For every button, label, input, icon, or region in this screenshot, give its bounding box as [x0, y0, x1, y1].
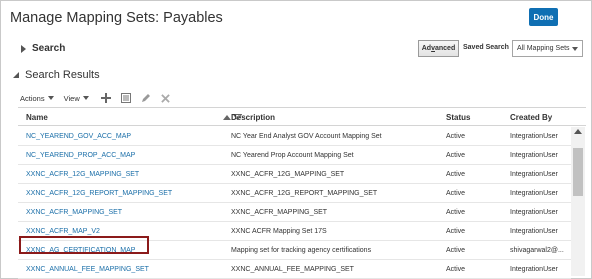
mapping-set-status: Active: [446, 190, 466, 197]
table-row[interactable]: XXNC_ANNUAL_FEE_MAPPING_SET XXNC_ANNUAL_…: [18, 260, 571, 279]
advanced-label-prefix: Ad: [421, 45, 432, 52]
actions-menu[interactable]: Actions: [20, 94, 54, 103]
search-results-label: Search Results: [25, 69, 100, 81]
expand-icon: [21, 44, 26, 53]
mapping-set-description: NC Year End Analyst GOV Account Mapping …: [231, 133, 382, 140]
saved-search-label: Saved Search: [463, 44, 509, 51]
chevron-down-icon: [47, 96, 54, 100]
mapping-set-created-by: IntegrationUser: [510, 209, 558, 216]
mapping-set-description: XXNC_ACFR_12G_MAPPING_SET: [231, 171, 345, 178]
mapping-set-description: Mapping set for tracking agency certific…: [231, 247, 372, 254]
scroll-thumb[interactable]: [573, 148, 583, 196]
done-button[interactable]: Done: [529, 8, 558, 26]
mapping-set-status: Active: [446, 266, 466, 273]
mapping-set-name-link[interactable]: XXNC_ANNUAL_FEE_MAPPING_SET: [26, 266, 149, 273]
collapse-icon: [13, 72, 19, 78]
advanced-button[interactable]: Ad v anced: [418, 40, 459, 57]
scroll-up-icon[interactable]: [574, 129, 582, 134]
results-toolbar: Actions View: [20, 92, 179, 104]
column-header-status[interactable]: Status: [446, 113, 470, 122]
highlight-box: [19, 236, 149, 254]
search-section-label: Search: [32, 43, 66, 54]
mapping-set-description: XXNC_ANNUAL_FEE_MAPPING_SET: [231, 266, 354, 273]
mapping-set-created-by: IntegrationUser: [510, 190, 558, 197]
table-header: Name Description Status Created By: [18, 107, 586, 126]
mapping-set-description: XXNC_ACFR_MAPPING_SET: [231, 209, 328, 216]
mapping-set-description: NC Yearend Prop Account Mapping Set: [231, 152, 354, 159]
view-menu-label: View: [63, 93, 80, 103]
mapping-set-created-by: IntegrationUser: [510, 228, 558, 235]
mapping-set-status: Active: [446, 133, 466, 140]
dialog: Manage Mapping Sets: Payables Done Searc…: [0, 0, 592, 279]
table-row[interactable]: NC_YEAREND_GOV_ACC_MAP NC Year End Analy…: [18, 127, 571, 146]
table-row[interactable]: XXNC_ACFR_MAPPING_SET XXNC_ACFR_MAPPING_…: [18, 203, 571, 222]
mapping-set-status: Active: [446, 228, 466, 235]
mapping-set-status: Active: [446, 209, 466, 216]
table-row[interactable]: XXNC_ACFR_12G_MAPPING_SET XXNC_ACFR_12G_…: [18, 165, 571, 184]
vertical-scrollbar[interactable]: [571, 127, 585, 276]
mapping-set-description: XXNC_ACFR_12G_REPORT_MAPPING_SET: [231, 190, 378, 197]
add-icon[interactable]: [99, 92, 113, 104]
mapping-set-name-link[interactable]: NC_YEAREND_GOV_ACC_MAP: [26, 133, 131, 140]
mapping-set-status: Active: [446, 247, 466, 254]
saved-search-value: All Mapping Sets: [517, 45, 570, 52]
sort-ascending-icon[interactable]: [223, 114, 231, 120]
view-details-icon[interactable]: [119, 92, 133, 104]
mapping-set-name-link[interactable]: XXNC_ACFR_12G_MAPPING_SET: [26, 171, 139, 178]
results-table-body: NC_YEAREND_GOV_ACC_MAP NC Year End Analy…: [18, 127, 571, 279]
mapping-set-status: Active: [446, 152, 466, 159]
mapping-set-name-link[interactable]: XXNC_ACFR_MAPPING_SET: [26, 209, 122, 216]
mapping-set-created-by: shivagarwal2@...: [510, 247, 564, 254]
column-header-description[interactable]: Description: [231, 113, 275, 122]
mapping-set-created-by: IntegrationUser: [510, 133, 558, 140]
table-row[interactable]: XXNC_ACFR_12G_REPORT_MAPPING_SET XXNC_AC…: [18, 184, 571, 203]
advanced-label-suffix: anced: [435, 45, 456, 52]
column-header-name[interactable]: Name: [26, 113, 48, 122]
chevron-down-icon: [572, 46, 578, 51]
search-section-toggle[interactable]: Search: [21, 43, 65, 54]
search-results-toggle[interactable]: Search Results: [13, 69, 100, 81]
mapping-set-status: Active: [446, 171, 466, 178]
delete-icon[interactable]: [159, 92, 173, 104]
page-title: Manage Mapping Sets: Payables: [10, 10, 223, 26]
mapping-set-name-link[interactable]: XXNC_ACFR_12G_REPORT_MAPPING_SET: [26, 190, 172, 197]
mapping-set-description: XXNC ACFR Mapping Set 17S: [231, 228, 327, 235]
table-row[interactable]: NC_YEAREND_PROP_ACC_MAP NC Yearend Prop …: [18, 146, 571, 165]
saved-search-select[interactable]: All Mapping Sets: [512, 40, 583, 57]
mapping-set-created-by: IntegrationUser: [510, 171, 558, 178]
mapping-set-created-by: IntegrationUser: [510, 266, 558, 273]
edit-icon[interactable]: [139, 92, 153, 104]
chevron-down-icon: [82, 96, 89, 100]
column-header-created-by[interactable]: Created By: [510, 113, 552, 122]
actions-menu-label: Actions: [20, 93, 45, 103]
view-menu[interactable]: View: [64, 94, 89, 103]
mapping-set-name-link[interactable]: XXNC_ACFR_MAP_V2: [26, 228, 100, 235]
mapping-set-created-by: IntegrationUser: [510, 152, 558, 159]
mapping-set-name-link[interactable]: NC_YEAREND_PROP_ACC_MAP: [26, 152, 135, 159]
